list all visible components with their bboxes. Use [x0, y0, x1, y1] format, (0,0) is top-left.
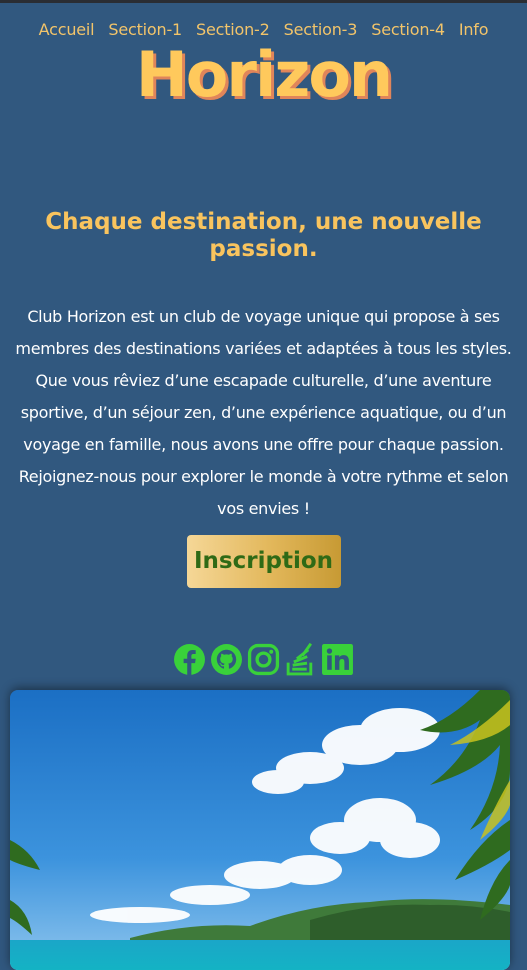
- instagram-icon[interactable]: [247, 643, 280, 676]
- stackoverflow-icon[interactable]: [284, 642, 317, 676]
- main-nav: Accueil Section-1 Section-2 Section-3 Se…: [0, 3, 527, 39]
- nav-section-3[interactable]: Section-3: [284, 20, 358, 39]
- brand-title: Horizon: [135, 38, 393, 111]
- nav-section-1[interactable]: Section-1: [108, 20, 182, 39]
- hero-image: [10, 690, 510, 970]
- intro-paragraph: Club Horizon est un club de voyage uniqu…: [15, 307, 512, 518]
- social-links: [0, 642, 527, 679]
- nav-section-4[interactable]: Section-4: [371, 20, 445, 39]
- tagline: Chaque destination, une nouvelle passion…: [45, 209, 482, 262]
- nav-info[interactable]: Info: [459, 20, 489, 39]
- github-icon[interactable]: [210, 643, 243, 676]
- nav-section-2[interactable]: Section-2: [196, 20, 270, 39]
- linkedin-icon[interactable]: [321, 643, 354, 676]
- facebook-icon[interactable]: [173, 643, 206, 676]
- nav-accueil[interactable]: Accueil: [39, 20, 95, 39]
- inscription-button[interactable]: Inscription: [186, 535, 341, 588]
